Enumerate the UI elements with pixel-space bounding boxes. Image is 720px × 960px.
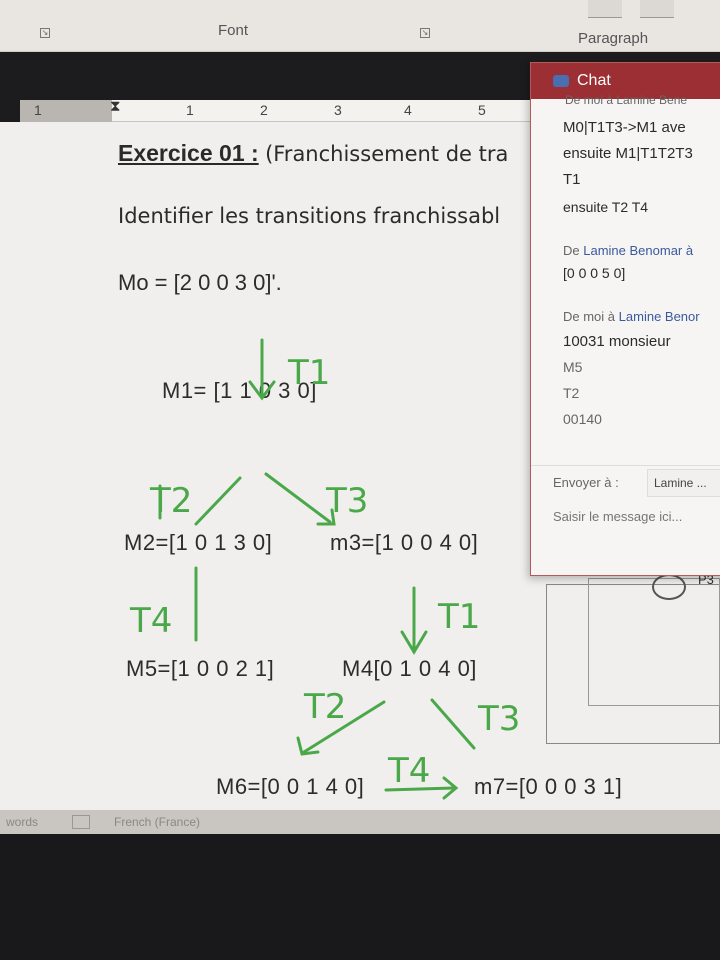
marking-m6: M6=[0 0 1 4 0]: [216, 774, 365, 799]
ribbon-button[interactable]: [640, 0, 674, 18]
meta-sender[interactable]: Lamine Benomar à: [583, 243, 693, 258]
ruler-number: 2: [260, 102, 268, 118]
marking-m7: m7=[0 0 0 3 1]: [474, 774, 623, 799]
exercise-title-bold: Exercice 01 :: [118, 140, 259, 166]
ruler-number: 4: [404, 102, 412, 118]
ribbon-button[interactable]: [588, 0, 622, 18]
send-to-label: Envoyer à :: [553, 475, 619, 490]
horizontal-ruler[interactable]: 1 1 2 3 4 5: [20, 100, 540, 122]
chat-message-line: M0|T1T3->M1 ave: [563, 119, 686, 136]
language-indicator[interactable]: French (France): [114, 815, 200, 829]
ruler-number: 1: [186, 102, 194, 118]
dialog-launcher-icon[interactable]: ↘: [40, 28, 50, 38]
initial-marking: Mo = [2 0 0 3 0]'.: [118, 270, 282, 295]
chat-window[interactable]: Chat De moi à Lamine Bene M0|T1T3->M1 av…: [530, 62, 720, 576]
marking-m2: M2=[1 0 1 3 0]: [124, 530, 273, 555]
marking-m5: M5=[1 0 0 2 1]: [126, 656, 275, 681]
monitor-bezel: [0, 834, 720, 960]
chat-title: Chat: [577, 72, 611, 89]
meta-sender[interactable]: Lamine Benor: [619, 309, 700, 324]
chat-message-input[interactable]: [553, 509, 720, 524]
chat-message-meta: De moi à Lamine Benor: [563, 309, 700, 324]
chat-message-list[interactable]: De moi à Lamine Bene M0|T1T3->M1 ave ens…: [531, 93, 720, 467]
ribbon-group-paragraph: Paragraph: [578, 30, 649, 47]
chat-divider: [531, 465, 720, 466]
exercise-title: Exercice 01 : (Franchissement de tra: [118, 140, 508, 167]
marking-m3: m3=[1 0 0 4 0]: [330, 530, 479, 555]
chat-message-meta: De Lamine Benomar à: [563, 243, 693, 258]
ruler-number: 1: [34, 102, 42, 118]
chat-message-line: M5: [563, 359, 583, 375]
ruler-number: 3: [334, 102, 342, 118]
ribbon: ↘ Font ↘ Paragraph: [0, 0, 720, 52]
meta-prefix: De: [563, 243, 580, 258]
meta-prefix: De moi à: [563, 309, 616, 324]
send-to-dropdown[interactable]: Lamine ...: [647, 469, 720, 497]
ribbon-group-font: Font: [218, 22, 249, 39]
proofing-icon[interactable]: [72, 815, 90, 829]
chat-app-icon: [553, 75, 569, 87]
chat-message-line: T2: [563, 385, 580, 401]
marking-m4: M4[0 1 0 4 0]: [342, 656, 477, 681]
exercise-title-rest: (Franchissement de tra: [265, 142, 509, 166]
marking-m1: M1= [1 1 0 3 0]: [162, 378, 317, 403]
chat-message-line: 10031 monsieur: [563, 333, 671, 350]
ruler-number: 5: [478, 102, 486, 118]
chat-message-line: T1: [563, 171, 581, 188]
font-dialog-launcher-icon[interactable]: ↘: [420, 28, 430, 38]
word-count[interactable]: words: [6, 815, 38, 829]
diagram-frame-inner: [588, 578, 720, 706]
chat-message-line: 00140: [563, 411, 602, 427]
instruction-text: Identifier les transitions franchissabl: [118, 204, 501, 228]
chat-message-line: [0 0 0 5 0]: [563, 265, 626, 281]
chat-message-meta: De moi à Lamine Bene: [565, 93, 688, 107]
place-p3-circle: [652, 574, 686, 600]
chat-message-line: ensuite M1|T1T2T3: [563, 145, 693, 162]
chat-message-line: ensuite T2 T4: [563, 199, 649, 215]
status-bar: words French (France): [0, 810, 720, 834]
